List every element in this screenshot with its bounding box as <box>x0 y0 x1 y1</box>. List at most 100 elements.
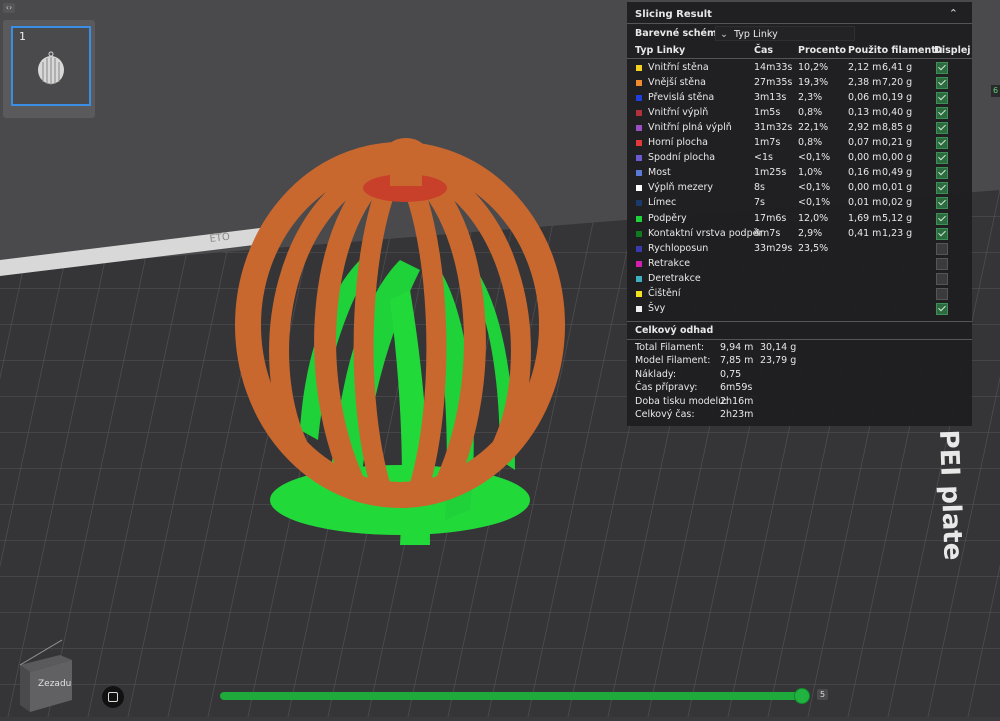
line-type-length: 0,13 m <box>848 107 882 119</box>
line-type-name: Vnější stěna <box>648 77 706 89</box>
display-checkbox[interactable] <box>936 287 948 300</box>
line-type-length: 0,06 m <box>848 92 882 104</box>
estimate-value-secondary: 23,79 g <box>760 355 797 367</box>
color-scheme-value: Typ Linky <box>733 29 778 40</box>
display-checkbox[interactable] <box>936 137 948 150</box>
line-type-name: Vnitřní plná výplň <box>648 122 732 134</box>
header-display: Displej <box>934 45 971 56</box>
line-type-color-swatch <box>636 140 642 147</box>
display-checkbox[interactable] <box>936 242 948 255</box>
display-checkbox[interactable] <box>936 62 948 74</box>
display-checkbox[interactable] <box>936 122 948 135</box>
line-type-length: 2,92 m <box>848 122 882 134</box>
estimate-label: Náklady: <box>635 368 677 380</box>
plate-label: PEI plate <box>933 429 968 561</box>
line-type-name: Deretrakce <box>648 272 701 284</box>
chevron-up-icon[interactable]: ⌃ <box>949 7 958 20</box>
panel-title: Slicing Result <box>635 9 712 20</box>
estimate-value: 2h23m <box>720 409 754 420</box>
line-type-length: 2,12 m <box>848 62 882 73</box>
camera-reset-button[interactable] <box>102 686 124 708</box>
estimate-value-secondary: 30,14 g <box>760 342 797 353</box>
display-checkbox[interactable] <box>936 212 948 225</box>
line-type-color-swatch <box>636 65 642 71</box>
line-type-row: Kontaktní vrstva podpěr 4m7s 2,9% 0,41 m 1,2… <box>627 227 972 242</box>
plate-thumbnail[interactable]: 1 <box>11 26 91 106</box>
estimate-title: Celkový odhad <box>635 325 714 336</box>
display-checkbox[interactable] <box>936 167 948 180</box>
view-direction-label: Zezadu <box>38 679 72 689</box>
line-type-weight: 0,49 g <box>882 167 913 179</box>
side-tab-icon[interactable]: 6 <box>991 85 1000 97</box>
line-type-color-swatch <box>636 275 642 282</box>
line-type-time: 1m5s <box>754 107 781 119</box>
line-type-row: Spodní plocha <1s <0,1% 0,00 m 0,00 g <box>627 151 972 166</box>
layer-slider-value: 5 <box>817 689 828 700</box>
plate-thumbnail-panel: 1 <box>3 20 95 118</box>
estimate-label: Doba tisku modelu: <box>635 395 728 407</box>
line-type-percent: 23,5% <box>798 242 829 254</box>
line-type-color-swatch <box>636 200 642 207</box>
line-type-color-swatch <box>636 290 642 297</box>
line-type-name: Čištění <box>648 287 681 299</box>
line-type-time: 33m29s <box>754 242 793 254</box>
collapse-sidebar-icon[interactable]: ‹› <box>3 3 15 13</box>
display-checkbox[interactable] <box>936 92 948 105</box>
chevron-down-icon: ⌄ <box>720 29 728 40</box>
divider <box>627 58 972 59</box>
line-type-name: Retrakce <box>648 257 691 269</box>
line-type-name: Švy <box>648 302 666 314</box>
line-type-row: Vnitřní plná výplň 31m32s 22,1% 2,92 m 8,85 … <box>627 121 972 136</box>
line-type-row: Podpěry 17m6s 12,0% 1,69 m 5,12 g <box>627 212 972 227</box>
line-type-percent: 12,0% <box>798 212 829 224</box>
display-checkbox[interactable] <box>936 257 948 270</box>
line-type-percent: <0,1% <box>798 197 831 209</box>
line-type-weight: 7,20 g <box>882 77 913 89</box>
line-type-length: 0,41 m <box>848 227 882 239</box>
line-type-name: Rychloposun <box>648 242 709 254</box>
line-type-row: Límec 7s <0,1% 0,01 m 0,02 g <box>627 196 972 211</box>
layer-slider-handle[interactable] <box>794 688 810 704</box>
line-type-row: Most 1m25s 1,0% 0,16 m 0,49 g <box>627 166 972 181</box>
line-type-name: Výplň mezery <box>648 182 714 194</box>
line-type-row: Vnitřní výplň 1m5s 0,8% 0,13 m 0,40 g <box>627 106 972 121</box>
display-checkbox[interactable] <box>936 182 948 195</box>
line-type-color-swatch <box>636 110 642 117</box>
line-type-name: Kontaktní vrstva podpěr <box>648 227 763 239</box>
line-type-color-swatch <box>636 80 642 87</box>
header-filament: Použito filamentu <box>848 45 943 56</box>
line-type-color-swatch <box>636 305 642 312</box>
display-checkbox[interactable] <box>936 227 948 240</box>
plate-number: 1 <box>19 30 26 43</box>
line-type-row: Retrakce <box>627 257 972 272</box>
line-type-color-swatch <box>636 125 642 132</box>
display-checkbox[interactable] <box>936 197 948 210</box>
line-type-weight: 0,40 g <box>882 107 913 119</box>
display-checkbox[interactable] <box>936 107 948 120</box>
color-scheme-select[interactable]: ⌄ Typ Linky <box>715 26 855 41</box>
estimate-label: Model Filament: <box>635 355 711 367</box>
display-checkbox[interactable] <box>936 77 948 90</box>
line-type-color-swatch <box>636 155 642 162</box>
line-type-row: Deretrakce <box>627 272 972 287</box>
line-type-time: 27m35s <box>754 77 793 89</box>
layer-slider-track[interactable] <box>220 692 806 700</box>
estimate-label: Total Filament: <box>635 342 705 353</box>
line-type-row: Vnější stěna 27m35s 19,3% 2,38 m 7,20 g <box>627 76 972 91</box>
display-checkbox[interactable] <box>936 302 948 315</box>
estimate-value: 7,85 m <box>720 355 754 367</box>
line-type-name: Spodní plocha <box>648 152 716 164</box>
divider <box>627 321 972 322</box>
line-type-row: Převislá stěna 3m13s 2,3% 0,06 m 0,19 g <box>627 91 972 106</box>
line-type-length: 0,00 m <box>848 182 882 194</box>
estimate-label: Čas přípravy: <box>635 382 698 394</box>
estimate-value: 9,94 m <box>720 342 754 353</box>
estimate-value: 6m59s <box>720 382 753 394</box>
line-type-time: 8s <box>754 182 765 194</box>
line-type-time: 1m7s <box>754 137 781 149</box>
line-type-name: Převislá stěna <box>648 92 715 104</box>
display-checkbox[interactable] <box>936 152 948 165</box>
line-type-row: Výplň mezery 8s <0,1% 0,00 m 0,01 g <box>627 181 972 196</box>
line-type-color-swatch <box>636 260 642 267</box>
display-checkbox[interactable] <box>936 272 948 285</box>
